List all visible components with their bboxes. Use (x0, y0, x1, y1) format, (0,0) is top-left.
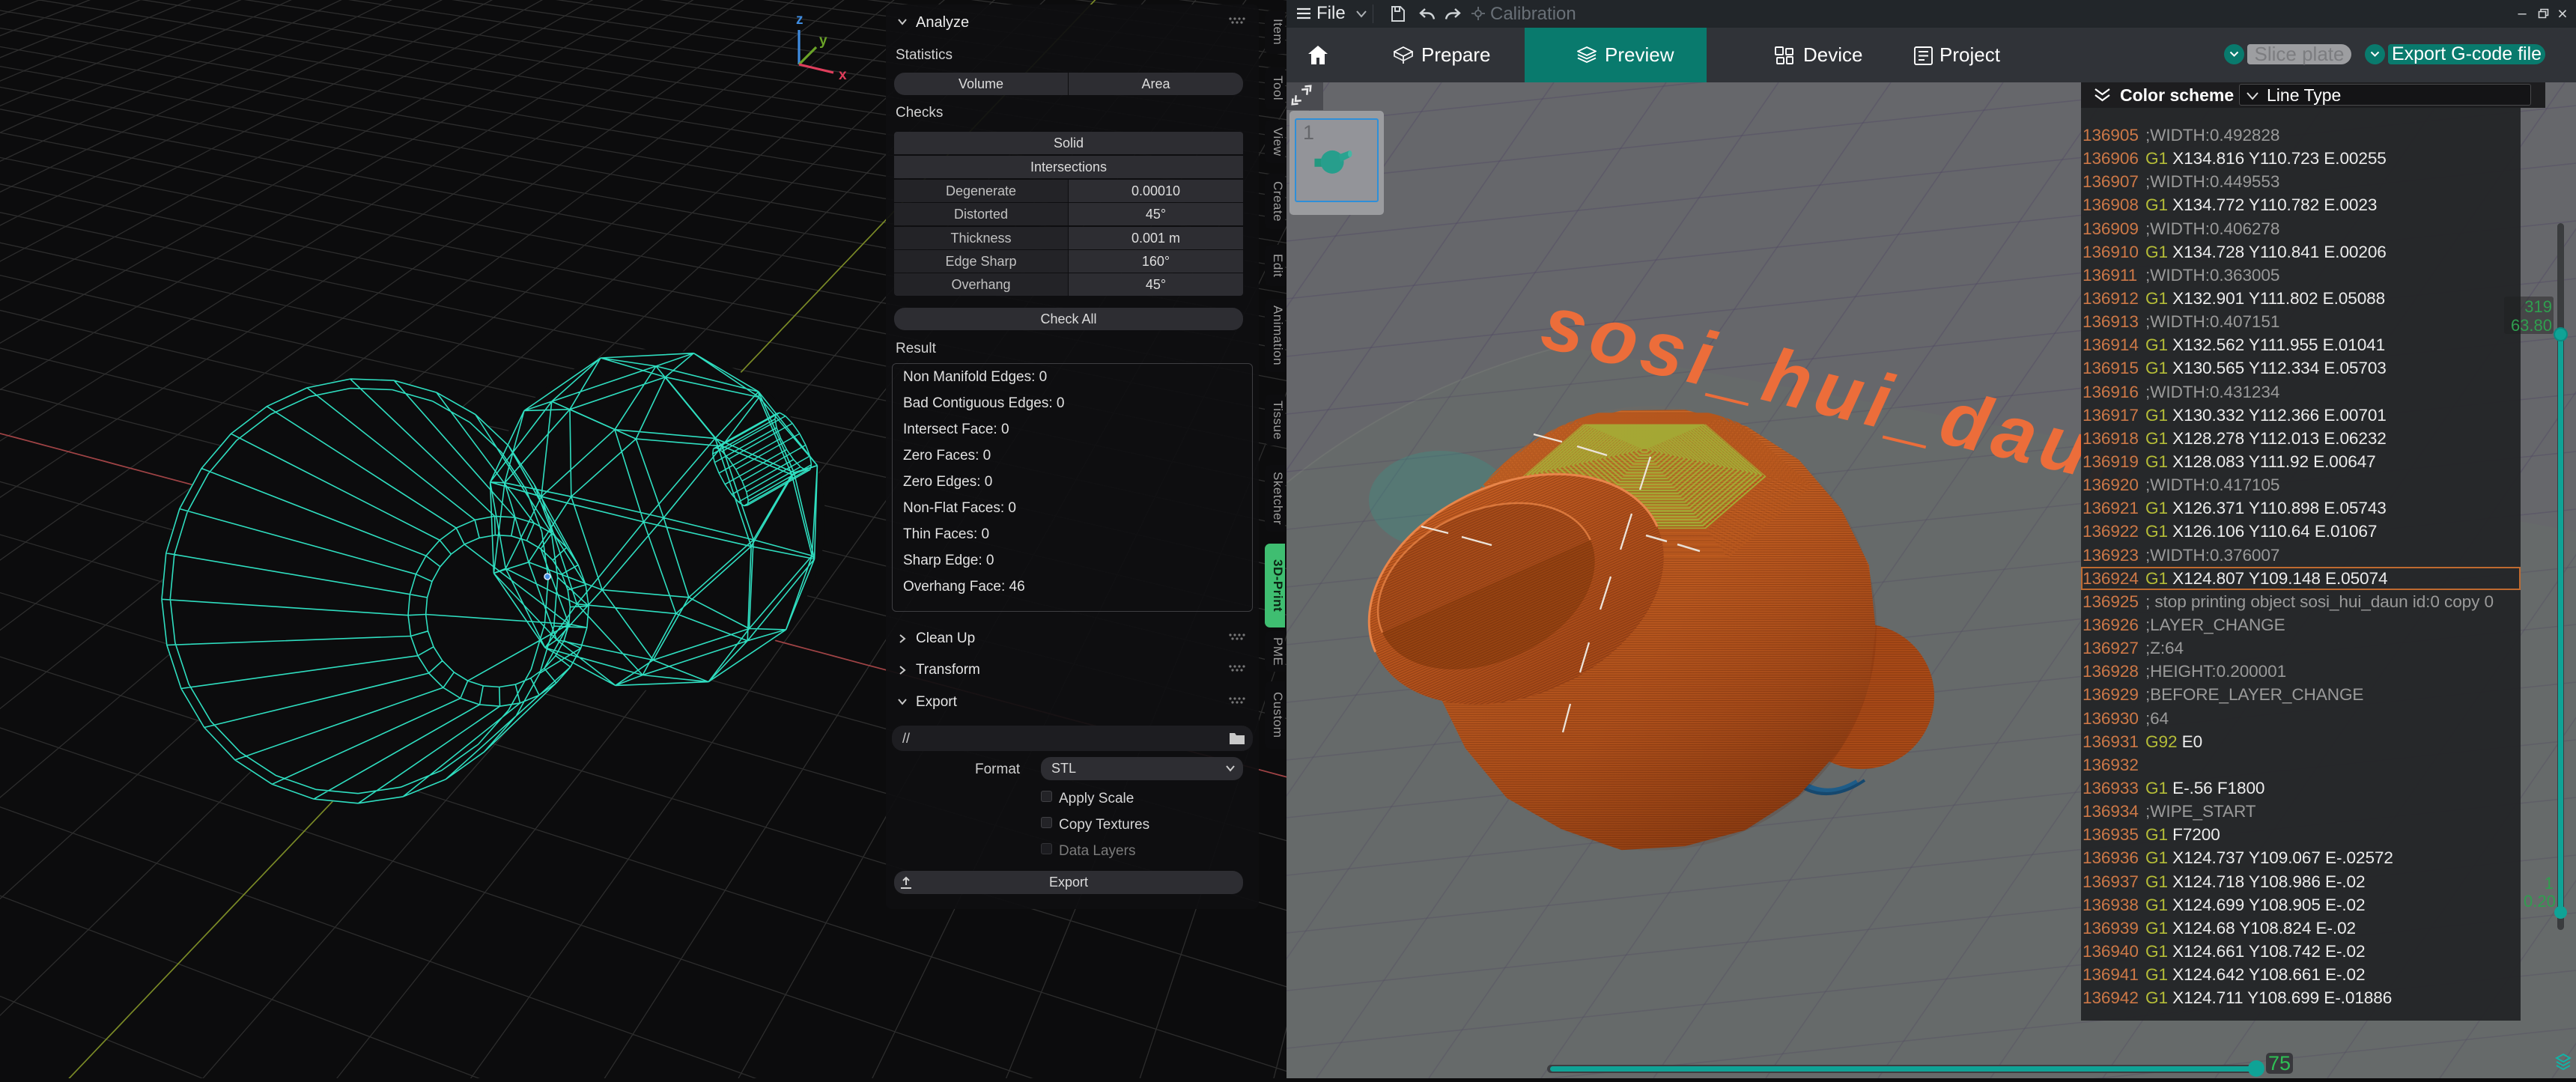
svg-text:y: y (819, 33, 827, 49)
svg-text:x: x (839, 67, 847, 83)
svg-text:z: z (796, 12, 804, 28)
